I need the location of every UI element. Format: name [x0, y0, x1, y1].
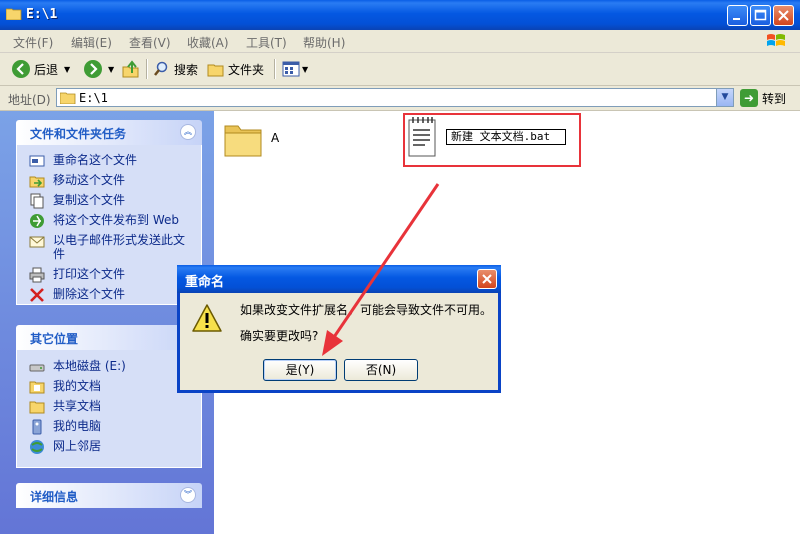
task-move[interactable]: 移动这个文件 [29, 173, 193, 189]
rename-dialog: 重命名 如果改变文件扩展名，可能会导致文件不可用。 确实要更改吗? 是(Y) 否… [177, 265, 501, 393]
menu-view[interactable]: 查看(V) [129, 34, 171, 51]
dialog-title: 重命名 [185, 275, 225, 290]
address-dropdown-icon[interactable]: ▼ [716, 89, 733, 106]
back-dropdown-icon[interactable]: ▼ [64, 65, 70, 74]
maximize-button[interactable] [750, 5, 771, 26]
details-title: 详细信息 [30, 490, 79, 504]
search-icon [154, 61, 168, 76]
toolbar: 后退 ▼ ▼ 搜索 文件夹 ▼ [0, 53, 800, 86]
globe-icon [30, 214, 44, 228]
search-label: 搜索 [174, 62, 199, 77]
window-title-bar[interactable]: E:\1 [0, 0, 800, 30]
task-copy[interactable]: 复制这个文件 [29, 193, 193, 209]
up-folder-icon [122, 60, 139, 78]
address-input[interactable]: E:\1 ▼ [56, 88, 734, 107]
views-button[interactable]: ▼ [282, 59, 308, 79]
other-places-title: 其它位置 [30, 332, 79, 346]
window-title: E:\1 [26, 7, 58, 22]
network-icon [30, 440, 44, 454]
address-label: 地址(D) [8, 93, 51, 107]
task-email[interactable]: 以电子邮件形式发送此文件 [29, 233, 193, 261]
go-button[interactable]: ➜ 转到 [740, 89, 786, 107]
windows-logo-icon [767, 34, 785, 46]
menu-favorites[interactable]: 收藏(A) [187, 34, 229, 51]
forward-button[interactable]: ▼ [84, 59, 114, 79]
search-button[interactable]: 搜索 [153, 59, 198, 79]
back-arrow-icon [12, 60, 30, 78]
forward-arrow-icon [84, 60, 102, 78]
minimize-icon [733, 18, 740, 20]
printer-icon [29, 267, 45, 283]
close-button[interactable] [773, 5, 794, 26]
no-button[interactable]: 否(N) [344, 359, 418, 381]
views-dropdown-icon[interactable]: ▼ [302, 65, 308, 74]
menu-bar: 文件(F) 编辑(E) 查看(V) 收藏(A) 工具(T) 帮助(H) [0, 30, 800, 53]
delete-icon [30, 288, 44, 302]
hard-drive-icon [29, 364, 45, 372]
file-folder-tasks: 文件和文件夹任务 ︽ 重命名这个文件 移动这个文件 复制这个文件 将这个文件发布… [16, 120, 202, 305]
folder-icon[interactable] [223, 120, 263, 158]
place-shared-documents[interactable]: 共享文档 [29, 399, 193, 415]
details: 详细信息 ︾ [16, 483, 202, 508]
maximize-icon [754, 9, 767, 21]
chevron-up-icon[interactable]: ︽ [180, 124, 196, 140]
task-publish-web[interactable]: 将这个文件发布到 Web [29, 213, 193, 229]
file-folder-tasks-title: 文件和文件夹任务 [30, 127, 127, 141]
dialog-title-bar[interactable]: 重命名 [177, 265, 501, 293]
rename-icon [29, 155, 45, 167]
menu-file[interactable]: 文件(F) [13, 34, 53, 51]
place-my-computer[interactable]: 我的电脑 [29, 419, 193, 435]
copy-icon [30, 193, 44, 209]
my-documents-icon [29, 381, 45, 394]
move-icon [29, 176, 45, 188]
folders-label: 文件夹 [228, 62, 265, 77]
yes-button[interactable]: 是(Y) [263, 359, 337, 381]
folder-label[interactable]: A [271, 131, 279, 145]
back-button[interactable]: 后退 ▼ [12, 59, 70, 79]
place-local-disk[interactable]: 本地磁盘 (E:) [29, 359, 193, 375]
back-label: 后退 [34, 62, 59, 77]
folders-button[interactable]: 文件夹 [207, 59, 264, 79]
other-places-header[interactable]: 其它位置 [16, 325, 202, 350]
place-network[interactable]: 网上邻居 [29, 439, 193, 455]
dialog-question: 确实要更改吗? [240, 329, 319, 343]
task-delete[interactable]: 删除这个文件 [29, 287, 193, 303]
place-my-documents[interactable]: 我的文档 [29, 379, 193, 395]
close-icon [482, 274, 492, 284]
file-folder-tasks-header[interactable]: 文件和文件夹任务 ︽ [16, 120, 202, 145]
go-label: 转到 [762, 91, 787, 106]
folder-icon [60, 92, 76, 104]
warning-icon [192, 304, 222, 332]
notepad-file-icon[interactable] [407, 116, 437, 158]
email-icon [29, 236, 45, 248]
dialog-close-button[interactable] [477, 269, 497, 289]
minimize-button[interactable] [727, 5, 748, 26]
go-arrow-icon: ➜ [740, 89, 758, 107]
task-print[interactable]: 打印这个文件 [29, 267, 193, 283]
other-places: 其它位置 本地磁盘 (E:) 我的文档 共享文档 我的电脑 网上邻居 [16, 325, 202, 468]
forward-dropdown-icon[interactable]: ▼ [108, 65, 114, 74]
close-icon [778, 10, 789, 21]
rename-input[interactable]: 新建 文本文档.bat [446, 129, 566, 145]
menu-help[interactable]: 帮助(H) [303, 34, 345, 51]
address-bar: 地址(D) E:\1 ▼ ➜ 转到 [0, 86, 800, 111]
views-icon [282, 61, 300, 77]
computer-icon [32, 419, 42, 435]
address-value: E:\1 [79, 91, 108, 105]
menu-tools[interactable]: 工具(T) [246, 34, 287, 51]
folders-icon [207, 64, 224, 76]
folder-icon [6, 8, 22, 20]
chevron-down-icon[interactable]: ︾ [180, 487, 196, 503]
up-folder-button[interactable] [122, 59, 140, 79]
menu-edit[interactable]: 编辑(E) [71, 34, 112, 51]
dialog-message: 如果改变文件扩展名，可能会导致文件不可用。 [240, 303, 493, 317]
task-rename[interactable]: 重命名这个文件 [29, 153, 193, 169]
shared-folder-icon [29, 401, 45, 414]
details-header[interactable]: 详细信息 ︾ [16, 483, 202, 508]
